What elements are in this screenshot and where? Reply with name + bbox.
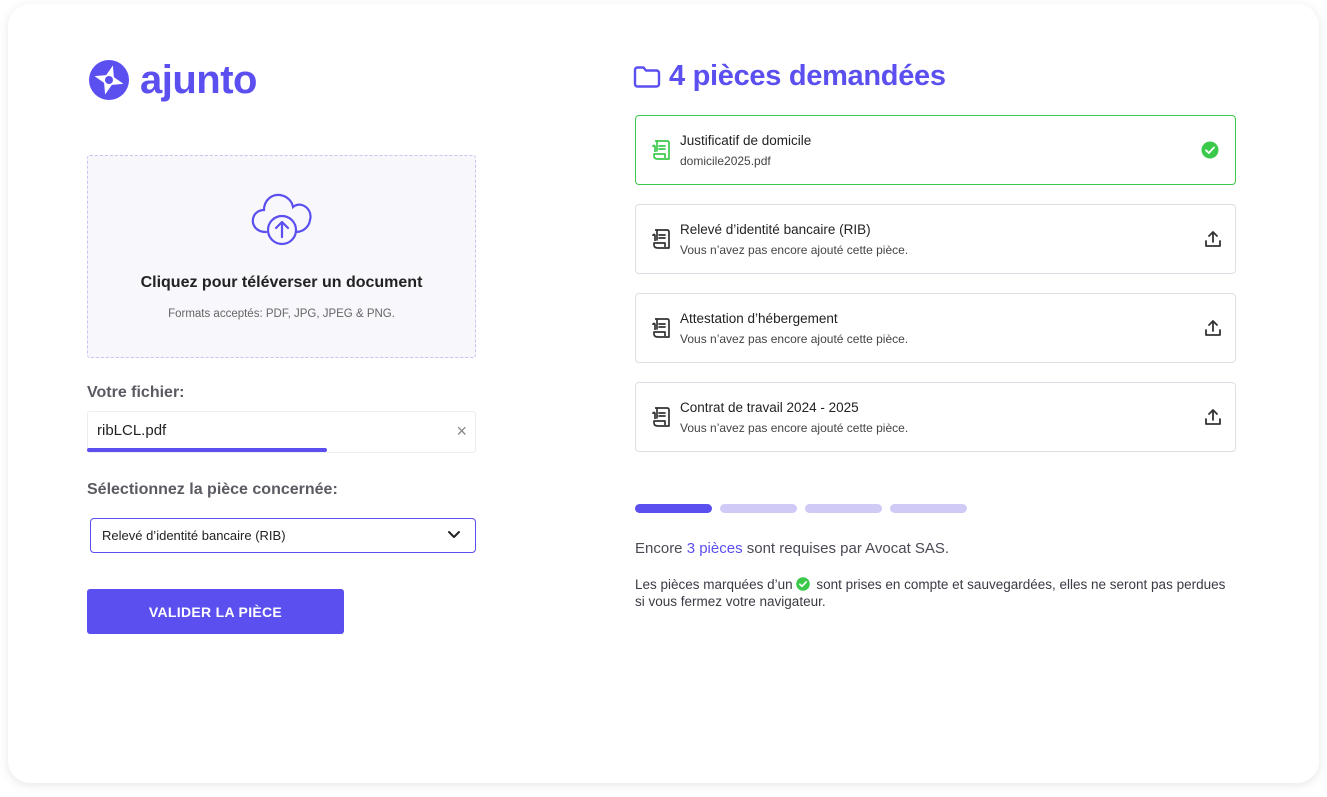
pieces-header: 4 pièces demandées — [633, 60, 946, 93]
save-note: Les pièces marquées d’un sont prises en … — [635, 576, 1235, 610]
upload-icon[interactable] — [1203, 318, 1223, 338]
file-name: ribLCL.pdf — [97, 422, 167, 439]
piece-select[interactable]: Relevé d’identité bancaire (RIB) — [90, 518, 476, 553]
upload-icon[interactable] — [1203, 229, 1223, 249]
pieces-title: 4 pièces demandées — [669, 60, 946, 92]
piece-item[interactable]: Relevé d’identité bancaire (RIB) Vous n’… — [635, 204, 1236, 274]
piece-title: Relevé d’identité bancaire (RIB) — [680, 222, 871, 237]
ajunto-logo-icon — [89, 60, 129, 100]
piece-title: Attestation d’hébergement — [680, 311, 838, 326]
piece-select-label: Sélectionnez la pièce concernée: — [87, 481, 338, 498]
piece-filename: domicile2025.pdf — [680, 154, 771, 168]
clear-file-button[interactable]: × — [456, 421, 467, 441]
note-before: Les pièces marquées d’un — [635, 577, 793, 592]
piece-title: Contrat de travail 2024 - 2025 — [680, 400, 859, 415]
upload-progress-bar — [87, 448, 327, 452]
cloud-upload-icon — [251, 193, 312, 246]
remaining-pieces-text: Encore 3 pièces sont requises par Avocat… — [635, 540, 949, 557]
document-icon — [652, 229, 670, 249]
piece-status: Vous n’avez pas encore ajouté cette pièc… — [680, 421, 909, 435]
upload-title: Cliquez pour téléverser un document — [140, 274, 423, 291]
remaining-suffix: sont requises par Avocat SAS. — [742, 540, 950, 557]
piece-status: Vous n’avez pas encore ajouté cette pièc… — [680, 332, 909, 346]
brand-name: ajunto — [140, 58, 257, 102]
upload-icon[interactable] — [1203, 407, 1223, 427]
remaining-prefix: Encore — [635, 540, 687, 557]
check-circle-icon — [1201, 141, 1219, 159]
file-label: Votre fichier: — [87, 384, 185, 401]
document-icon — [652, 140, 670, 160]
piece-item[interactable]: Attestation d’hébergement Vous n’avez pa… — [635, 293, 1236, 363]
remaining-count: 3 pièces — [686, 540, 743, 557]
progress-step — [805, 504, 882, 513]
chevron-down-icon — [448, 531, 460, 538]
document-icon — [652, 318, 670, 338]
progress-step — [635, 504, 712, 513]
document-icon — [652, 407, 670, 427]
selected-file-field: ribLCL.pdf × — [87, 411, 476, 453]
piece-item[interactable]: Justificatif de domicile domicile2025.pd… — [635, 115, 1236, 185]
piece-item[interactable]: Contrat de travail 2024 - 2025 Vous n’av… — [635, 382, 1236, 452]
validate-piece-button[interactable]: VALIDER LA PIÈCE — [87, 589, 344, 634]
piece-select-value: Relevé d’identité bancaire (RIB) — [102, 528, 286, 543]
progress-step — [890, 504, 967, 513]
piece-status: Vous n’avez pas encore ajouté cette pièc… — [680, 243, 909, 257]
piece-title: Justificatif de domicile — [680, 133, 812, 148]
upload-dropzone[interactable]: Cliquez pour téléverser un document Form… — [87, 155, 476, 358]
check-circle-icon — [795, 577, 810, 591]
upload-formats: Formats acceptés: PDF, JPG, JPEG & PNG. — [168, 308, 395, 320]
progress-step — [720, 504, 797, 513]
folder-icon — [633, 65, 661, 88]
logo: ajunto — [88, 58, 257, 102]
